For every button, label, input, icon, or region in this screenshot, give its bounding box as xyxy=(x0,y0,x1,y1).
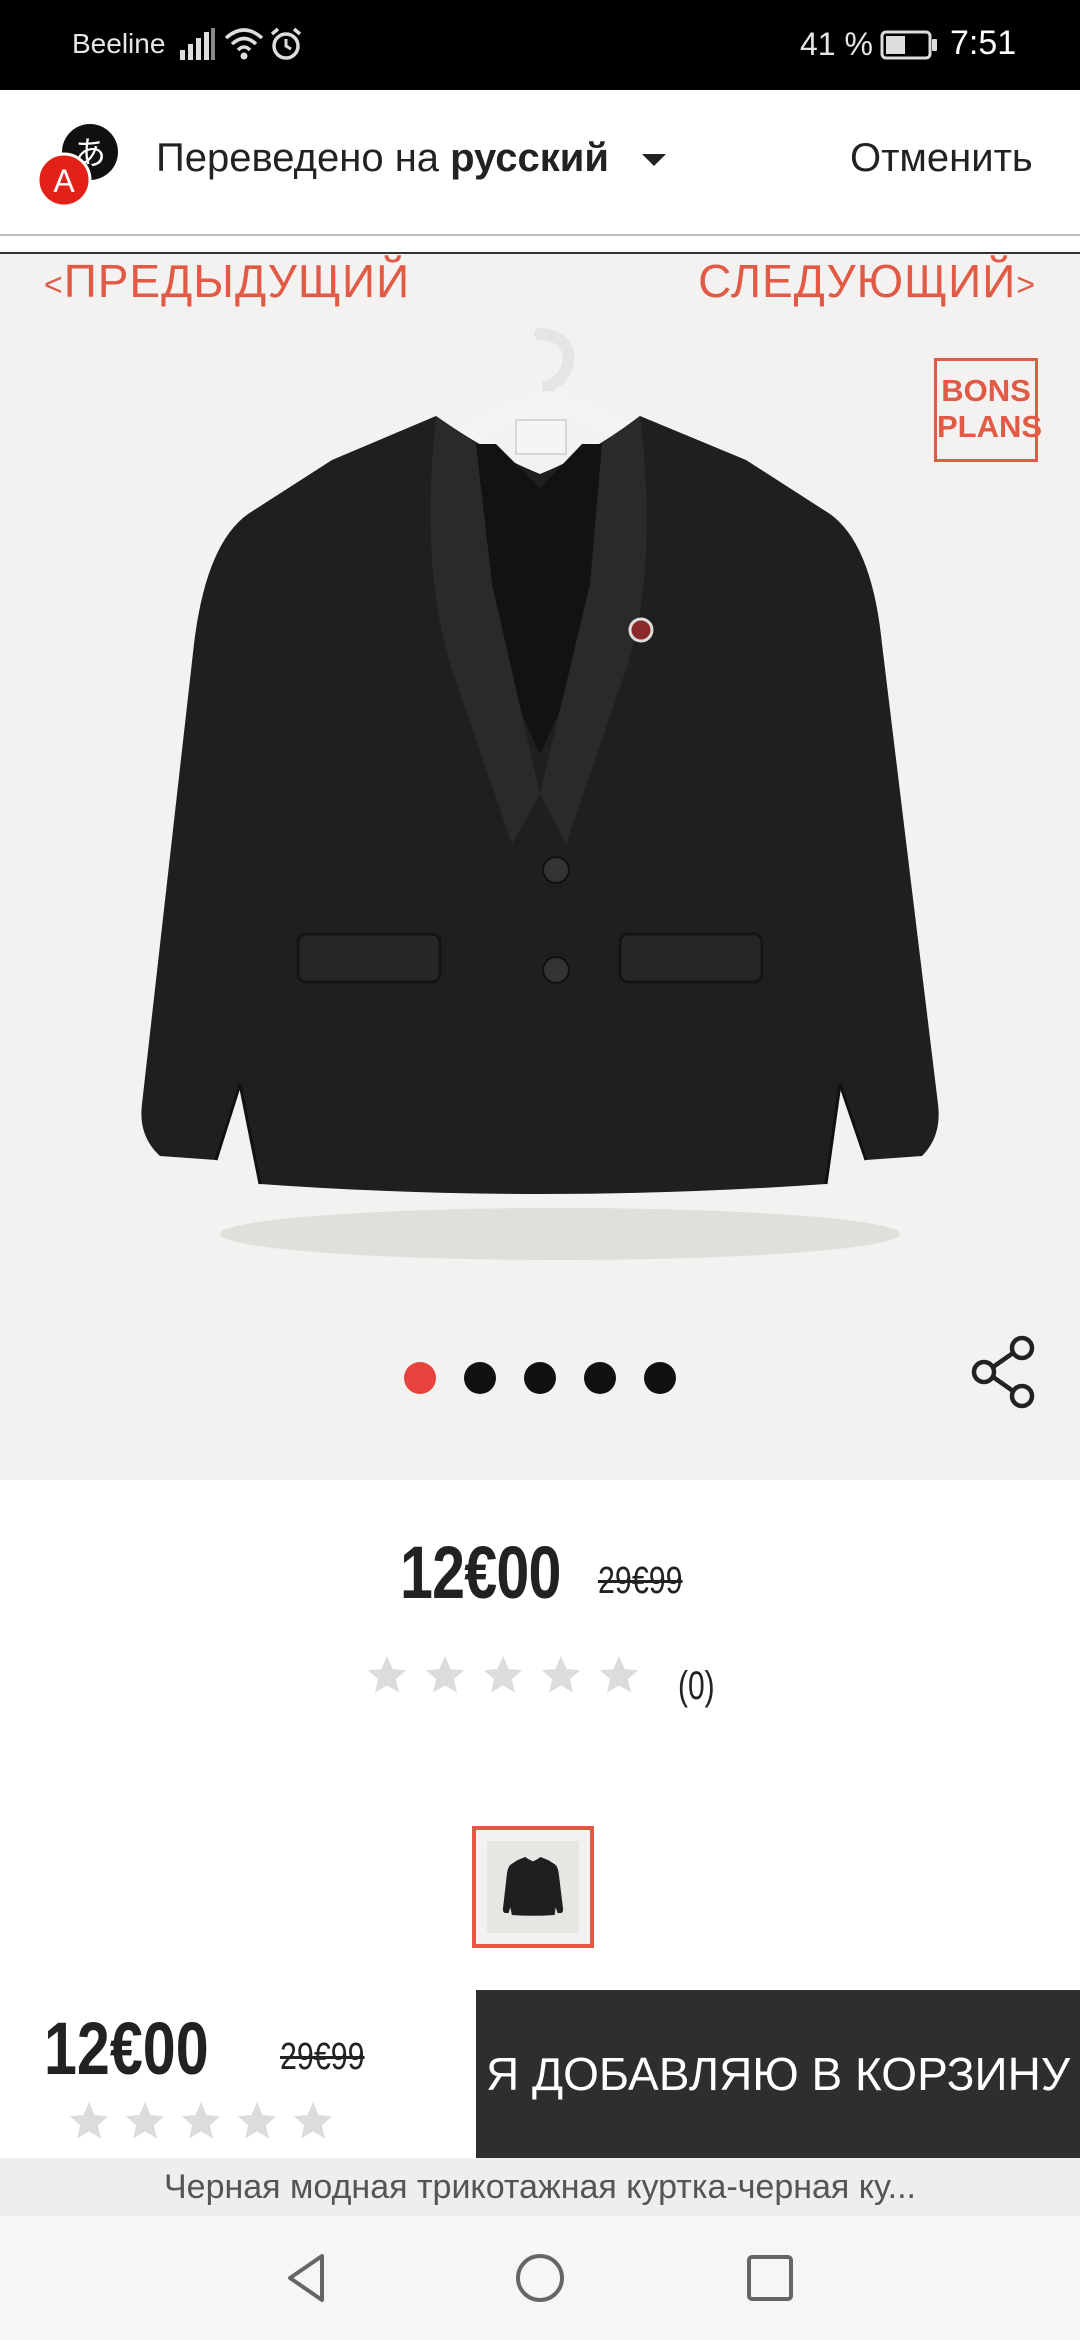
clock: 7:51 xyxy=(950,24,1017,62)
star-empty-icon xyxy=(541,1655,581,1693)
system-navigation-bar xyxy=(0,2216,1080,2340)
star-empty-icon xyxy=(483,1655,523,1693)
product-gallery[interactable]: <ПРЕДЫДУЩИЙ СЛЕДУЮЩИЙ> BONS PLANS xyxy=(0,252,1080,1480)
battery-percent: 41 % xyxy=(800,26,873,62)
carrier-name: Beeline xyxy=(72,28,166,59)
next-label: СЛЕДУЮЩИЙ xyxy=(698,255,1017,307)
product-title-caption: Черная модная трикотажная куртка-черная … xyxy=(0,2158,1080,2216)
product-thumbnail[interactable] xyxy=(472,1826,594,1948)
rating-stars[interactable] xyxy=(364,1652,642,1698)
chevron-right-icon: > xyxy=(1016,266,1036,303)
thumbnail-jacket-icon xyxy=(502,1856,564,1916)
star-empty-icon xyxy=(599,1655,639,1693)
wifi-icon xyxy=(224,28,264,60)
previous-product-link[interactable]: <ПРЕДЫДУЩИЙ xyxy=(44,254,410,308)
translation-language: русский xyxy=(450,136,609,180)
buy-bar-price: 12€00 xyxy=(44,2007,209,2090)
product-image[interactable] xyxy=(120,324,960,1304)
translate-icon[interactable]: あ A xyxy=(34,120,124,210)
star-empty-icon xyxy=(237,2101,277,2139)
pagination-dot[interactable] xyxy=(524,1362,556,1394)
star-empty-icon xyxy=(181,2101,221,2139)
image-pagination xyxy=(404,1362,676,1398)
star-empty-icon xyxy=(293,2101,333,2139)
translate-bar: あ A Переведено на русский Отменить xyxy=(0,90,1080,236)
purchase-bar: 12€00 29€99 Я ДОБАВЛЯЮ В КОРЗИНУ xyxy=(0,1990,1080,2158)
buy-bar-old-price: 29€99 xyxy=(280,2036,365,2078)
alarm-icon xyxy=(270,27,302,60)
buy-bar-rating-stars xyxy=(66,2098,336,2144)
recent-apps-icon[interactable] xyxy=(744,2252,796,2304)
share-icon[interactable] xyxy=(968,1334,1038,1410)
battery-icon xyxy=(880,30,937,60)
previous-label: ПРЕДЫДУЩИЙ xyxy=(63,255,411,307)
translation-status[interactable]: Переведено на русский xyxy=(156,136,609,181)
product-old-price: 29€99 xyxy=(598,1560,683,1602)
star-empty-icon xyxy=(367,1655,407,1693)
pagination-dot[interactable] xyxy=(584,1362,616,1394)
cancel-translation-button[interactable]: Отменить xyxy=(850,136,1033,181)
svg-text:A: A xyxy=(53,163,75,199)
star-empty-icon xyxy=(425,1655,465,1693)
thumbnail-image xyxy=(487,1841,579,1933)
signal-icon xyxy=(180,28,215,60)
review-count[interactable]: (0) xyxy=(678,1664,715,1709)
chevron-left-icon: < xyxy=(44,266,64,303)
pagination-dot[interactable] xyxy=(404,1362,436,1394)
chevron-down-icon[interactable] xyxy=(640,152,668,170)
next-product-link[interactable]: СЛЕДУЮЩИЙ> xyxy=(698,254,1036,308)
home-icon[interactable] xyxy=(512,2250,568,2306)
pagination-dot[interactable] xyxy=(644,1362,676,1394)
star-empty-icon xyxy=(69,2101,109,2139)
product-price: 12€00 xyxy=(400,1531,561,1614)
pagination-dot[interactable] xyxy=(464,1362,496,1394)
status-bar: Beeline 41 % 7:51 xyxy=(0,0,1080,90)
add-to-cart-button[interactable]: Я ДОБАВЛЯЮ В КОРЗИНУ xyxy=(476,1990,1080,2158)
screen: { "status_bar": { "carrier": "Beeline", … xyxy=(0,0,1080,2340)
translation-prefix: Переведено на xyxy=(156,136,451,180)
back-icon[interactable] xyxy=(280,2250,336,2306)
star-empty-icon xyxy=(125,2101,165,2139)
